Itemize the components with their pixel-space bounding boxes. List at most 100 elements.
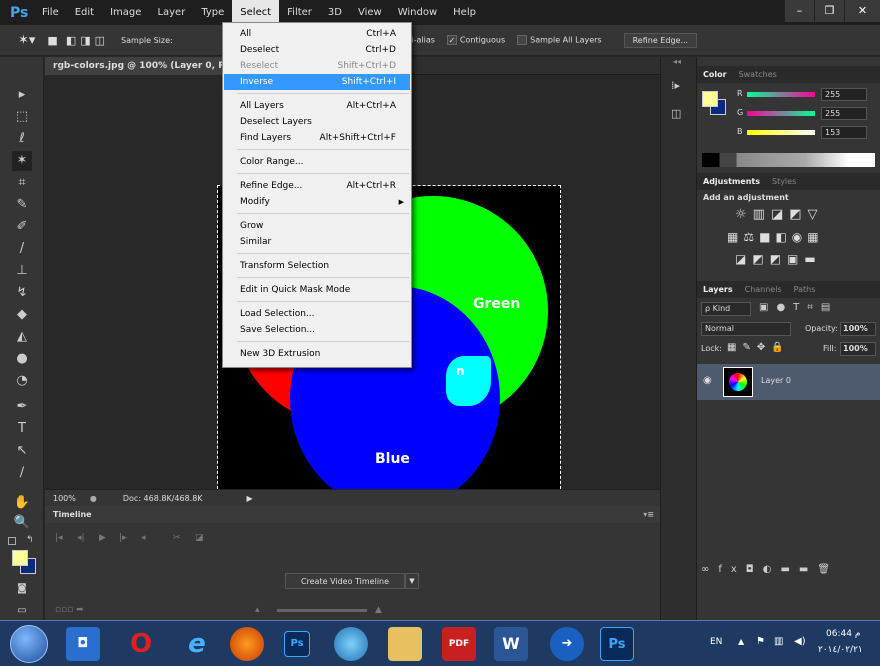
posterize-icon[interactable]: ◩ (752, 252, 769, 266)
menu-item-save-selection[interactable]: Save Selection... (224, 322, 410, 338)
new-layer-icon[interactable]: ▬ (799, 564, 817, 575)
menu-item-deselect-layers[interactable]: Deselect Layers (224, 114, 410, 130)
tab-channels[interactable]: Channels (739, 285, 788, 294)
invert-icon[interactable]: ◪ (735, 252, 752, 266)
menu-item-deselect[interactable]: Deselect Ctrl+D (224, 42, 410, 58)
timeline-zoom-in-icon[interactable]: ▲ (375, 605, 382, 615)
menu-item-similar[interactable]: Similar (224, 234, 410, 250)
transition-icon[interactable]: ◪ (195, 533, 204, 543)
new-group-icon[interactable]: ▬ (780, 564, 798, 575)
status-menu-arrow-icon[interactable]: ▶ (203, 494, 253, 503)
layer-style-icon[interactable]: fx (718, 564, 745, 575)
timeline-render-icon[interactable]: ▫▫▫ ➦ (55, 605, 84, 615)
path-selection-tool-icon[interactable]: ↖ (12, 441, 32, 461)
exposure-icon[interactable]: ◩ (789, 207, 807, 222)
language-indicator[interactable]: EN (710, 637, 722, 647)
photoshop-taskbar-icon-1[interactable]: Ps (284, 631, 310, 657)
go-first-frame-icon[interactable]: |◂ (55, 533, 63, 543)
threshold-icon[interactable]: ◩ (770, 252, 787, 266)
fill-field[interactable]: 100% (840, 342, 876, 356)
magic-wand-preset-icon[interactable]: ✶▾ (0, 33, 41, 48)
tab-styles[interactable]: Styles (766, 177, 802, 186)
red-value-field[interactable]: 255 (821, 88, 867, 101)
delete-layer-icon[interactable]: 🗑 (817, 564, 839, 575)
eyedropper-tool-icon[interactable]: ✎ (12, 195, 32, 215)
menu-item-color-range[interactable]: Color Range... (224, 154, 410, 170)
quick-mask-icon[interactable]: ◙ (12, 579, 32, 599)
app-ball-icon[interactable] (334, 627, 368, 661)
menu-item-transform-selection[interactable]: Transform Selection (224, 258, 410, 274)
app-circle-icon[interactable]: ➜ (550, 627, 584, 661)
next-frame-icon[interactable]: |▸ (119, 533, 127, 543)
internet-explorer-icon[interactable]: e (180, 627, 214, 661)
timeline-zoom-out-icon[interactable]: ▴ (255, 605, 260, 615)
tab-layers[interactable]: Layers (697, 285, 739, 294)
color-balance-icon[interactable]: ⚖ (743, 230, 759, 244)
hand-tool-icon[interactable]: ✋ (12, 493, 32, 513)
lock-icons[interactable]: ▦✎✥🔒 (727, 342, 790, 353)
menu-item-all-layers[interactable]: All Layers Alt+Ctrl+A (224, 98, 410, 114)
dodge-tool-icon[interactable]: ◔ (12, 371, 32, 391)
blur-tool-icon[interactable]: ● (12, 349, 32, 369)
selection-mode-intersect-icon[interactable]: ◫ (93, 34, 107, 47)
history-panel-icon[interactable]: ⁞▸ (671, 79, 680, 92)
previous-frame-icon[interactable]: ◂| (77, 533, 85, 543)
firefox-icon[interactable] (230, 627, 264, 661)
network-icon[interactable]: ▥ (774, 636, 783, 647)
tab-paths[interactable]: Paths (788, 285, 822, 294)
screen-mode-icon[interactable]: ▭ (12, 601, 32, 621)
adjustment-icons-row-3[interactable]: ◪◩◩▣▬ (735, 252, 822, 266)
color-lookup-icon[interactable]: ▦ (807, 230, 823, 244)
restore-button[interactable]: ❐ (814, 0, 844, 22)
menu-item-reselect[interactable]: Reselect Shift+Ctrl+D (224, 58, 410, 74)
menu-item-refine-edge[interactable]: Refine Edge... Alt+Ctrl+R (224, 178, 410, 194)
menu-item-modify[interactable]: Modify ▶ (224, 194, 410, 210)
link-layers-icon[interactable]: ∞ (701, 564, 718, 575)
line-tool-icon[interactable]: ∕ (12, 463, 32, 483)
history-brush-tool-icon[interactable]: ↯ (12, 283, 32, 303)
zoom-tool-icon[interactable]: 🔍 (12, 513, 32, 533)
gradient-map-icon[interactable]: ▣ (787, 252, 804, 266)
file-explorer-icon[interactable] (388, 627, 422, 661)
paint-bucket-tool-icon[interactable]: ◭ (12, 327, 32, 347)
selection-mode-subtract-icon[interactable]: ◨ (78, 34, 92, 47)
type-tool-icon[interactable]: T (12, 419, 32, 439)
menu-layer[interactable]: Layer (149, 0, 193, 25)
healing-brush-tool-icon[interactable]: ✐ (12, 217, 32, 237)
selection-mode-add-icon[interactable]: ◧ (64, 34, 78, 47)
vibrance-icon[interactable]: ▽ (808, 207, 824, 222)
default-colors-icon[interactable] (8, 537, 16, 545)
blue-slider[interactable] (747, 130, 815, 135)
photo-filter-icon[interactable]: ◧ (775, 230, 791, 244)
audio-icon[interactable]: ◂ (141, 533, 146, 543)
magic-wand-tool-icon[interactable]: ✶ (12, 151, 32, 171)
properties-panel-icon[interactable]: ◫ (671, 107, 681, 120)
brightness-contrast-icon[interactable]: ☼ (735, 207, 753, 222)
minimize-button[interactable]: – (784, 0, 814, 22)
layer-visibility-eye-icon[interactable]: ◉ (703, 375, 712, 386)
create-video-dropdown[interactable]: ▼ (405, 573, 419, 589)
crop-tool-icon[interactable]: ⌗ (12, 173, 32, 193)
marquee-tool-icon[interactable]: ⬚ (12, 107, 32, 127)
tab-swatches[interactable]: Swatches (733, 70, 783, 79)
menu-item-find-layers[interactable]: Find Layers Alt+Shift+Ctrl+F (224, 130, 410, 146)
tray-expand-icon[interactable]: ▲ (738, 637, 744, 646)
swap-colors-icon[interactable]: ↰ (26, 535, 34, 545)
layer-row[interactable]: ◉ Layer 0 (697, 364, 880, 400)
levels-icon[interactable]: ▥ (753, 207, 771, 222)
channel-mixer-icon[interactable]: ◉ (792, 230, 807, 244)
menu-item-inverse[interactable]: Inverse Shift+Ctrl+I (224, 74, 410, 90)
layer-filter-icons[interactable]: ▣●T⌗▤ (759, 302, 838, 313)
play-icon[interactable]: ▶ (99, 533, 106, 543)
brush-tool-icon[interactable]: / (12, 239, 32, 259)
zoom-level[interactable]: 100% (45, 494, 76, 503)
status-info-icon[interactable]: ● (76, 494, 97, 503)
pdf-icon[interactable]: PDF (442, 627, 476, 661)
refine-edge-button[interactable]: Refine Edge... (623, 32, 698, 48)
green-value-field[interactable]: 255 (821, 107, 867, 120)
menu-item-all[interactable]: All Ctrl+A (224, 26, 410, 42)
layer-kind-filter[interactable]: ρ Kind (701, 302, 751, 316)
black-white-icon[interactable]: ■ (759, 230, 775, 244)
selection-mode-new-icon[interactable]: ■ (41, 34, 63, 47)
word-icon[interactable]: W (494, 627, 528, 661)
